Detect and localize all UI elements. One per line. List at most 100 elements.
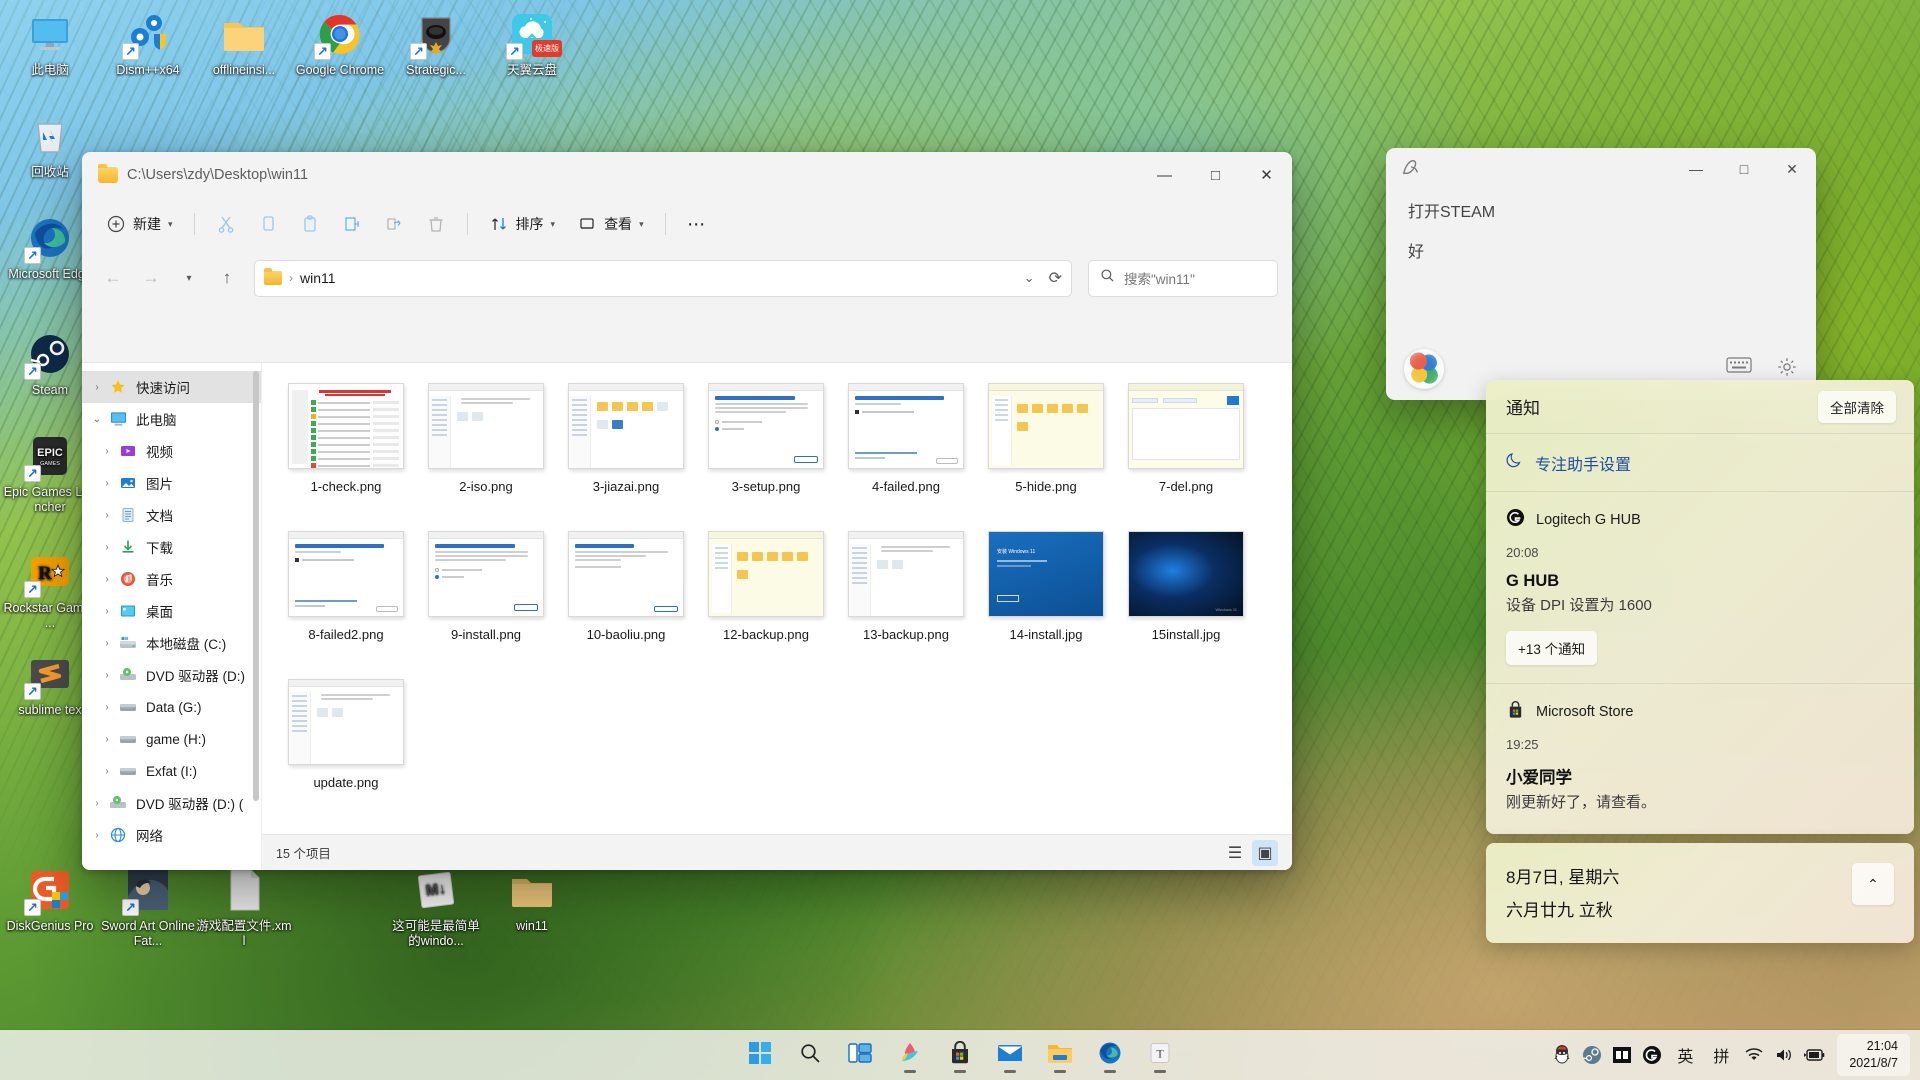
system-tray[interactable]: 英 拼 21:04 2021/8/7	[1547, 1030, 1920, 1080]
file-tile[interactable]: update.png	[276, 673, 416, 821]
maximize-button[interactable]: □	[1720, 148, 1768, 190]
desktop-icon-this-pc[interactable]: 此电脑	[2, 10, 98, 78]
collapse-calendar-button[interactable]: ⌃	[1852, 863, 1894, 905]
file-tile[interactable]: 3-setup.png	[696, 377, 836, 525]
logitech-ghub-tray-icon[interactable]	[1637, 1038, 1667, 1072]
desktop-icon-win11-folder[interactable]: win11	[484, 866, 580, 934]
start-button[interactable]	[740, 1035, 780, 1075]
file-grid[interactable]: 1-check.png 2-iso.png 3-jiazai.png 3-setup.…	[262, 363, 1292, 821]
notification-date-card[interactable]: 8月7日, 星期六 六月廿九 立秋 ⌃	[1486, 843, 1914, 943]
ime-language-indicator[interactable]: 英	[1667, 1038, 1703, 1072]
desktop-icon-strategic[interactable]: ↗ Strategic...	[388, 10, 484, 78]
recent-locations-button[interactable]: ▾	[172, 261, 206, 295]
edge-button[interactable]	[1090, 1035, 1130, 1075]
file-explorer-button[interactable]	[1040, 1035, 1080, 1075]
minimize-button[interactable]: —	[1139, 152, 1190, 198]
sidebar-item-14[interactable]: › 网络	[82, 819, 261, 851]
up-button[interactable]: ↑	[210, 261, 244, 295]
file-tile[interactable]: 4-failed.png	[836, 377, 976, 525]
chevron-right-icon[interactable]: ›	[96, 510, 118, 521]
file-tile[interactable]: 10-baoliu.png	[556, 525, 696, 673]
desktop-icon-xml-config[interactable]: 游戏配置文件.xml	[196, 866, 292, 949]
file-tile[interactable]: 安装 Windows 11 14-install.jpg	[976, 525, 1116, 673]
file-tile[interactable]: 9-install.png	[416, 525, 556, 673]
sidebar-item-2[interactable]: › 视频	[82, 435, 261, 467]
battery-charging-icon[interactable]	[1799, 1038, 1829, 1072]
sidebar-item-10[interactable]: › Data (G:)	[82, 691, 261, 723]
sidebar-item-8[interactable]: › 本地磁盘 (C:)	[82, 627, 261, 659]
sidebar-item-1[interactable]: ⌄ 此电脑	[82, 403, 261, 435]
desktop-icon-markdown-note[interactable]: M↓ 这可能是最简单的windo...	[388, 866, 484, 949]
desktop-icon-diskgenius[interactable]: ↗ DiskGenius Pro	[2, 866, 98, 934]
view-button[interactable]: 查看 ▾	[567, 206, 654, 242]
rename-button[interactable]	[332, 206, 372, 242]
file-tile[interactable]: Windows 11 15install.jpg	[1116, 525, 1256, 673]
file-tile[interactable]: 5-hide.png	[976, 377, 1116, 525]
file-tile[interactable]: 8-failed2.png	[276, 525, 416, 673]
chevron-right-icon[interactable]: ›	[86, 830, 108, 841]
more-notifications-button[interactable]: +13 个通知	[1506, 631, 1598, 665]
forward-button[interactable]: →	[134, 261, 168, 295]
desktop-icon-dism[interactable]: ↗ Dism++x64	[100, 10, 196, 78]
minimize-button[interactable]: —	[1672, 148, 1720, 190]
file-tile[interactable]: 3-jiazai.png	[556, 377, 696, 525]
qq-tray-icon[interactable]	[1547, 1038, 1577, 1072]
sidebar-item-12[interactable]: › Exfat (I:)	[82, 755, 261, 787]
taskbar-app-group[interactable]: T	[740, 1035, 1180, 1075]
explorer-window-controls[interactable]: — □ ✕	[1139, 152, 1292, 198]
display-tray-icon[interactable]	[1607, 1038, 1637, 1072]
translate-button[interactable]: T	[1140, 1035, 1180, 1075]
copy-button[interactable]	[248, 206, 288, 242]
chevron-right-icon[interactable]: ›	[96, 606, 118, 617]
chevron-right-icon[interactable]: ›	[96, 542, 118, 553]
focus-assist-settings-link[interactable]: 专注助手设置	[1486, 434, 1914, 492]
assistant-mic-orb[interactable]	[1404, 349, 1444, 389]
assistant-titlebar[interactable]: — □ ✕	[1386, 148, 1816, 190]
cut-button[interactable]	[206, 206, 246, 242]
paste-button[interactable]	[290, 206, 330, 242]
chevron-right-icon[interactable]: ›	[96, 702, 118, 713]
widgets-button[interactable]	[890, 1035, 930, 1075]
new-button[interactable]: 新建 ▾	[96, 206, 183, 242]
file-tile[interactable]: 7-del.png	[1116, 377, 1256, 525]
explorer-file-pane[interactable]: 1-check.png 2-iso.png 3-jiazai.png 3-setup.…	[262, 363, 1292, 870]
sidebar-item-6[interactable]: › 音乐	[82, 563, 261, 595]
sidebar-item-13[interactable]: › DVD 驱动器 (D:) (	[82, 787, 261, 819]
desktop-icon-offlineinsider[interactable]: offlineinsi...	[196, 10, 292, 78]
keyboard-icon[interactable]	[1726, 356, 1752, 383]
chevron-right-icon[interactable]: ›	[86, 382, 108, 393]
chevron-right-icon[interactable]: ›	[96, 574, 118, 585]
chevron-right-icon[interactable]: ›	[86, 798, 108, 809]
address-dropdown-icon[interactable]: ⌄	[1024, 270, 1035, 286]
assistant-tools[interactable]	[1726, 356, 1798, 383]
gear-icon[interactable]	[1776, 356, 1798, 383]
assistant-window-controls[interactable]: — □ ✕	[1672, 148, 1816, 190]
more-options-button[interactable]: ⋯	[677, 206, 717, 242]
explorer-navigation-pane[interactable]: › 快速访问 ⌄ 此电脑 › 视频 › 图片 › 文档 › 下载 › 音乐 › 桌面 › 本地磁盘 (C:) › DV…	[82, 363, 262, 870]
breadcrumb-current[interactable]: win11	[300, 270, 336, 286]
chevron-right-icon[interactable]: ›	[96, 478, 118, 489]
chevron-right-icon[interactable]: ›	[96, 446, 118, 457]
notification-center[interactable]: 通知 全部清除 专注助手设置 Logitech G HUB 20:08 G HU…	[1486, 380, 1914, 1020]
address-breadcrumb-field[interactable]: › win11 ⌄ ⟳	[254, 259, 1072, 297]
chevron-right-icon[interactable]: ›	[96, 766, 118, 777]
desktop-icon-sword-art-online[interactable]: ↗ Sword Art Online Fat...	[100, 866, 196, 949]
share-button[interactable]	[374, 206, 414, 242]
close-button[interactable]: ✕	[1768, 148, 1816, 190]
desktop-icon-tianyi-cloud[interactable]: ↗ 极速版 天翼云盘	[484, 10, 580, 78]
sidebar-item-11[interactable]: › game (H:)	[82, 723, 261, 755]
mail-button[interactable]	[990, 1035, 1030, 1075]
clock-button[interactable]: 21:04 2021/8/7	[1837, 1034, 1910, 1076]
sidebar-item-3[interactable]: › 图片	[82, 467, 261, 499]
chevron-right-icon[interactable]: ›	[96, 638, 118, 649]
sort-button[interactable]: 排序 ▾	[479, 206, 566, 242]
notification-item-logitech[interactable]: Logitech G HUB 20:08 G HUB 设备 DPI 设置为 16…	[1486, 492, 1914, 683]
file-tile[interactable]: 12-backup.png	[696, 525, 836, 673]
maximize-button[interactable]: □	[1190, 152, 1241, 198]
microsoft-store-button[interactable]	[940, 1035, 980, 1075]
wifi-icon[interactable]	[1739, 1038, 1769, 1072]
close-button[interactable]: ✕	[1241, 152, 1292, 198]
file-explorer-window[interactable]: C:\Users\zdy\Desktop\win11 — □ ✕ 新建 ▾ 排序…	[82, 152, 1292, 870]
sidebar-scrollbar[interactable]	[253, 371, 259, 801]
file-tile[interactable]: 1-check.png	[276, 377, 416, 525]
